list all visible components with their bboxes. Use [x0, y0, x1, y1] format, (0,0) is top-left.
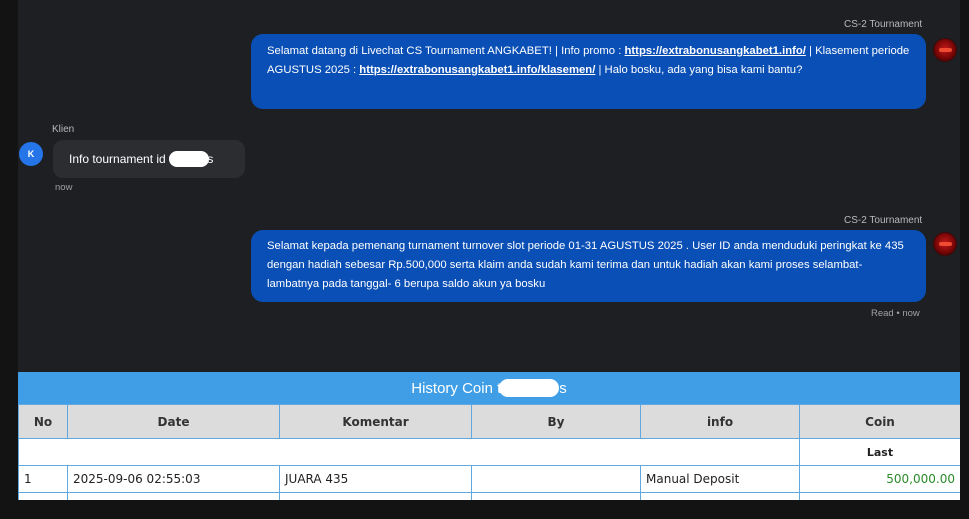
- agent-avatar: [933, 232, 957, 256]
- read-receipt: Read • now: [871, 308, 920, 319]
- sender-label-agent-1: CS-2 Tournament: [844, 19, 923, 30]
- message-text: Selamat datang di Livechat CS Tournament…: [267, 45, 625, 57]
- sender-label-agent-2: CS-2 Tournament: [844, 215, 923, 226]
- sender-label-client: Klien: [52, 124, 75, 135]
- client-avatar: K: [19, 142, 43, 166]
- column-header-coin: Coin: [799, 404, 960, 439]
- subheader-last: Last: [799, 438, 960, 466]
- history-title: History Coin t s: [18, 372, 960, 404]
- subheader-spacer: [18, 438, 800, 466]
- cell-info: [640, 492, 800, 500]
- agent-avatar: [933, 38, 957, 62]
- cell-coin: 500,000.00: [799, 465, 960, 493]
- cell-komentar: JUARA 435: [279, 465, 472, 493]
- agent-message-2: Selamat kepada pemenang turnament turnov…: [251, 230, 926, 302]
- cell-no: [18, 492, 68, 500]
- column-header-date: Date: [67, 404, 280, 439]
- column-header-by: By: [471, 404, 641, 439]
- promo-link[interactable]: https://extrabonusangkabet1.info/: [625, 45, 806, 57]
- agent-message-1: Selamat datang di Livechat CS Tournament…: [251, 34, 926, 109]
- cell-by: [471, 492, 641, 500]
- read-status: Read: [871, 308, 894, 319]
- column-header-komentar: Komentar: [279, 404, 472, 439]
- table-row: [18, 492, 960, 500]
- cell-coin: [799, 492, 960, 500]
- cell-date: 2025-09-06 02:55:03: [67, 465, 280, 493]
- column-header-no: No: [18, 404, 68, 439]
- table-header-row: No Date Komentar By info Coin: [18, 404, 960, 439]
- history-coin-panel: History Coin t s No Date Komentar By info…: [18, 372, 960, 500]
- bottom-strip: [0, 500, 969, 519]
- history-table: No Date Komentar By info Coin Last 1 202…: [18, 404, 960, 500]
- cell-date: [67, 492, 280, 500]
- table-row: 1 2025-09-06 02:55:03 JUARA 435 Manual D…: [18, 465, 960, 493]
- redacted-block: [499, 379, 560, 397]
- column-header-info: info: [640, 404, 800, 439]
- cell-no: 1: [18, 465, 68, 493]
- redacted-block: [169, 151, 210, 167]
- message-time: now: [902, 308, 920, 319]
- message-text: Info tournament id t: [69, 152, 173, 166]
- klasemen-link[interactable]: https://extrabonusangkabet1.info/klaseme…: [359, 64, 595, 76]
- history-title-text: s: [559, 379, 567, 397]
- history-title-text: History Coin t: [411, 379, 502, 397]
- cell-info: Manual Deposit: [640, 465, 800, 493]
- cell-by: [471, 465, 641, 493]
- message-text: s: [207, 152, 214, 166]
- cell-komentar: [279, 492, 472, 500]
- separator-dot: •: [896, 308, 900, 319]
- message-text: Selamat kepada pemenang turnament turnov…: [267, 240, 904, 290]
- subheader-row: Last: [18, 438, 960, 466]
- chat-panel[interactable]: CS-2 Tournament Selamat datang di Livech…: [18, 0, 960, 372]
- client-message: Info tournament id t s: [53, 140, 245, 178]
- message-text: | Halo bosku, ada yang bisa kami bantu?: [595, 64, 803, 76]
- message-time: now: [55, 182, 73, 193]
